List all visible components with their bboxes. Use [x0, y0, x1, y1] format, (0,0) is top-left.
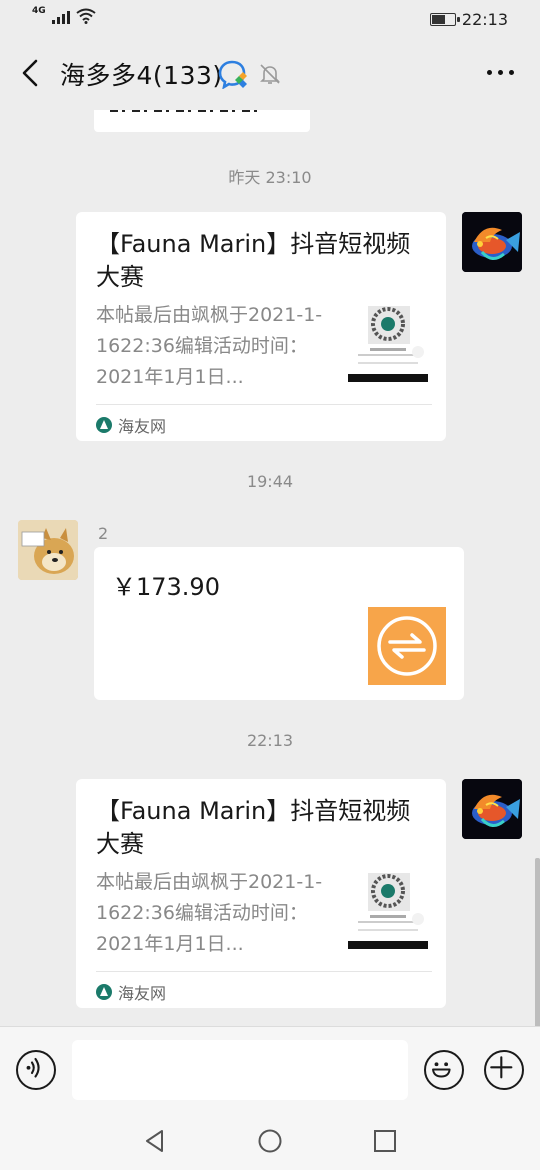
source-logo-icon	[96, 984, 112, 1000]
my-avatar[interactable]	[462, 779, 522, 839]
input-bar	[0, 1026, 540, 1112]
link-card-title: 【Fauna Marin】抖音短视频大赛	[96, 797, 411, 858]
nav-back-icon[interactable]	[142, 1128, 168, 1154]
link-card-title: 【Fauna Marin】抖音短视频大赛	[96, 230, 411, 291]
mute-icon	[260, 64, 280, 84]
nav-home-icon[interactable]	[257, 1128, 283, 1154]
sender-avatar[interactable]	[18, 520, 78, 580]
more-functions-button[interactable]	[484, 1050, 524, 1090]
source-name: 海友网	[118, 417, 167, 436]
source-name: 海友网	[118, 984, 167, 1003]
transfer-message[interactable]: ￥173.90	[94, 547, 464, 700]
mandarin-fish-avatar-image	[462, 779, 522, 839]
link-card-source: 海友网	[96, 413, 166, 437]
link-card-description: 本帖最后由飒枫于2021-1-1622:36编辑活动时间：2021年1月1日..…	[96, 871, 323, 955]
partial-image-message[interactable]	[94, 110, 310, 132]
voice-input-button[interactable]	[16, 1050, 56, 1090]
transfer-icon	[368, 607, 446, 685]
doge-avatar-image	[18, 520, 78, 580]
link-card-thumbnail	[348, 304, 428, 382]
mandarin-fish-avatar-image	[462, 212, 522, 272]
battery-icon	[429, 13, 460, 26]
link-card-message[interactable]: 【Fauna Marin】抖音短视频大赛 本帖最后由飒枫于2021-1-1622…	[76, 212, 446, 441]
emoji-button[interactable]	[424, 1050, 464, 1090]
plus-icon	[490, 1056, 513, 1079]
my-avatar[interactable]	[462, 212, 522, 272]
divider	[96, 404, 432, 405]
network-type: 4G	[32, 6, 46, 16]
status-bar: 4G 22:13	[0, 0, 540, 38]
signal-icon	[51, 10, 70, 24]
nav-recents-icon[interactable]	[372, 1128, 398, 1154]
back-icon[interactable]	[18, 58, 44, 88]
chat-messages[interactable]: 昨天 23:10 【Fauna Marin】抖音短视频大赛 本帖最后由飒枫于20…	[0, 110, 540, 1026]
link-card-message[interactable]: 【Fauna Marin】抖音短视频大赛 本帖最后由飒枫于2021-1-1622…	[76, 779, 446, 1008]
link-card-source: 海友网	[96, 980, 166, 1004]
enterprise-chat-icon	[218, 60, 247, 89]
more-options-button[interactable]	[487, 70, 514, 75]
divider	[96, 971, 432, 972]
timestamp: 昨天 23:10	[228, 168, 312, 187]
wifi-icon	[76, 8, 96, 24]
signal-area: 4G	[32, 6, 96, 24]
link-card-description: 本帖最后由飒枫于2021-1-1622:36编辑活动时间：2021年1月1日..…	[96, 304, 323, 388]
chat-title: 海多多4(133)	[60, 61, 223, 90]
chat-header: 海多多4(133)	[0, 38, 540, 110]
status-time: 22:13	[461, 10, 508, 29]
system-navigation-bar	[0, 1112, 540, 1170]
source-logo-icon	[96, 417, 112, 433]
link-card-thumbnail	[348, 871, 428, 949]
scrollbar[interactable]	[535, 858, 540, 1028]
sender-name: 2	[98, 524, 109, 543]
timestamp: 22:13	[246, 731, 294, 750]
smiley-icon	[432, 1062, 451, 1078]
voice-icon	[26, 1057, 40, 1078]
message-input[interactable]	[72, 1040, 408, 1100]
transfer-amount: ￥173.90	[112, 573, 220, 601]
timestamp: 19:44	[246, 472, 294, 491]
qr-code-image	[110, 110, 260, 112]
